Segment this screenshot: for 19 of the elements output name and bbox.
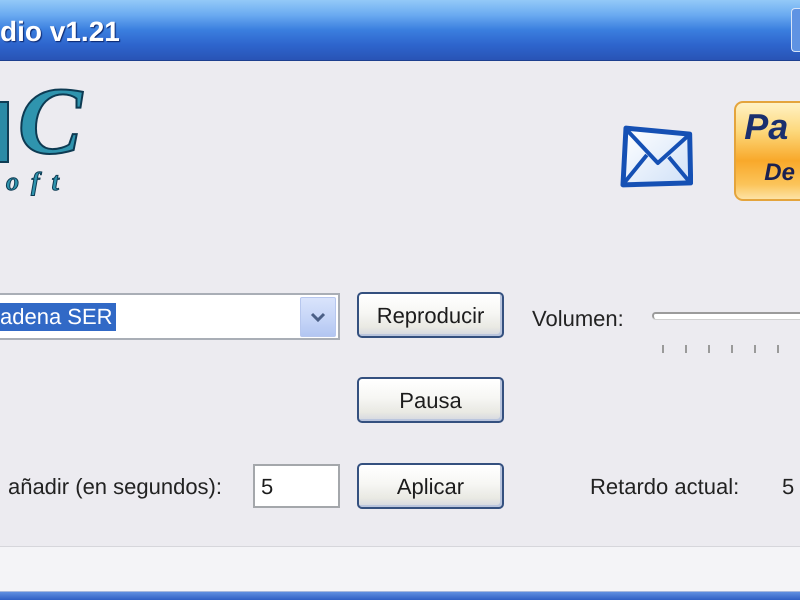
delay-label: añadir (en segundos): (8, 472, 222, 501)
station-dropdown[interactable]: adena SER (0, 293, 340, 340)
station-value: adena SER (0, 302, 116, 330)
apply-button[interactable]: Aplicar (357, 463, 504, 509)
delay-input[interactable]: 5 (253, 464, 340, 508)
volume-slider-track[interactable] (652, 312, 800, 319)
logo-stroke-icon (0, 101, 9, 163)
logo-subtitle: oft (6, 169, 71, 195)
envelope-icon[interactable] (620, 125, 694, 188)
play-button[interactable]: Reproducir (357, 292, 504, 338)
pause-button[interactable]: Pausa (357, 377, 504, 423)
dropdown-button[interactable] (300, 296, 336, 336)
chevron-down-icon (310, 312, 326, 322)
window-title: dio v1.21 (0, 15, 120, 49)
current-delay-label: Retardo actual: (590, 472, 740, 500)
donate-button[interactable]: Pa De (734, 101, 800, 201)
volume-label: Volumen: (532, 305, 624, 333)
logo-text: C (18, 73, 82, 169)
current-delay-value: 5 (782, 472, 794, 500)
